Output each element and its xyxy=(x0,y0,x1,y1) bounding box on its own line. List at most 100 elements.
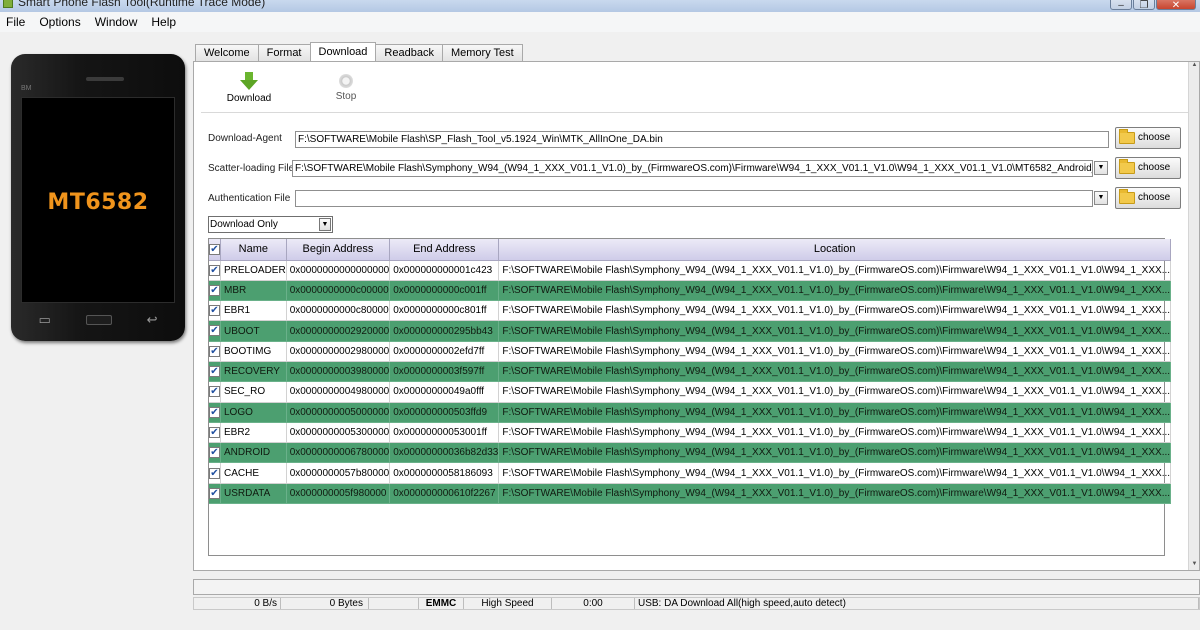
table-row[interactable]: ✔ ANDROID 0x0000000006780000 0x00000000036b… xyxy=(209,442,1172,464)
partition-table: ✔ Name Begin Address End Address Locatio… xyxy=(208,238,1172,556)
status-bar: 0 B/s 0 Bytes EMMC High Speed 0:00 USB: … xyxy=(193,597,1200,610)
toolbar-divider xyxy=(201,112,1191,113)
col-location: Location xyxy=(498,239,1172,261)
cell-location: F:\SOFTWARE\Mobile Flash\Symphony_W94_(W… xyxy=(498,320,1172,342)
app-icon xyxy=(3,0,13,8)
table-row[interactable]: ✔ SEC_RO 0x0000000004980000 0x00000000049a0… xyxy=(209,381,1172,403)
col-name: Name xyxy=(220,239,287,261)
cell-begin-address: 0x0000000000c00000 xyxy=(286,280,391,302)
cell-end-address: 0x00000000036b82d33 xyxy=(389,442,500,464)
restore-button[interactable]: ❐ xyxy=(1133,0,1155,11)
cell-name: CACHE xyxy=(220,462,287,484)
scatter-file-field[interactable]: F:\SOFTWARE\Mobile Flash\Symphony_W94_(W… xyxy=(292,160,1093,177)
row-checkbox[interactable]: ✔ xyxy=(209,361,221,383)
menu-key-icon: ▭ xyxy=(38,312,51,327)
menu-file[interactable]: File xyxy=(6,15,25,29)
cell-name: MBR xyxy=(220,280,287,302)
cell-end-address: 0x0000000000c001ff xyxy=(389,280,500,302)
row-checkbox[interactable]: ✔ xyxy=(209,280,221,302)
table-row[interactable]: ✔ CACHE 0x0000000057b80000 0x00000000581860… xyxy=(209,462,1172,484)
table-row[interactable]: ✔ MBR 0x0000000000c00000 0x0000000000c001ff… xyxy=(209,280,1172,302)
folder-icon xyxy=(1119,189,1135,204)
cell-name: SEC_RO xyxy=(220,381,287,403)
row-checkbox[interactable]: ✔ xyxy=(209,320,221,342)
scatter-choose-button[interactable]: choose xyxy=(1115,157,1181,179)
cell-name: RECOVERY xyxy=(220,361,287,383)
cell-begin-address: 0x0000000000c80000 xyxy=(286,300,391,322)
tab-format[interactable]: Format xyxy=(257,44,311,61)
table-row[interactable]: ✔ BOOTIMG 0x0000000002980000 0x0000000002ef… xyxy=(209,341,1172,362)
phone-image: BM MT6582 ▭ ↩ xyxy=(11,54,185,341)
cell-name: PRELOADER xyxy=(220,260,287,281)
auth-dropdown-icon[interactable]: ▼ xyxy=(1094,191,1108,205)
row-checkbox[interactable]: ✔ xyxy=(209,483,221,505)
select-all-checkbox[interactable]: ✔ xyxy=(209,239,221,261)
row-checkbox[interactable]: ✔ xyxy=(209,462,221,484)
status-storage: EMMC xyxy=(419,598,464,609)
cell-end-address: 0x0000000000c801ff xyxy=(389,300,500,322)
row-checkbox[interactable]: ✔ xyxy=(209,381,221,403)
check-icon: ✔ xyxy=(209,284,220,296)
stop-icon xyxy=(339,74,353,88)
phone-brand: BM xyxy=(21,85,32,92)
row-checkbox[interactable]: ✔ xyxy=(209,300,221,322)
home-key-icon xyxy=(85,315,112,325)
auth-choose-button[interactable]: choose xyxy=(1115,187,1181,209)
status-spacer xyxy=(369,598,419,609)
row-checkbox[interactable]: ✔ xyxy=(209,422,221,444)
menu-options[interactable]: Options xyxy=(39,15,80,29)
table-row[interactable]: ✔ UBOOT 0x0000000002920000 0x000000000295bb… xyxy=(209,320,1172,342)
choose-label: choose xyxy=(1138,192,1171,203)
back-key-icon: ↩ xyxy=(146,312,158,327)
panel-scrollbar[interactable]: ▲ ▼ xyxy=(1188,62,1199,570)
cell-name: BOOTIMG xyxy=(220,341,287,362)
row-checkbox[interactable]: ✔ xyxy=(209,402,221,423)
progress-bar xyxy=(193,579,1200,595)
col-end-address: End Address xyxy=(389,239,500,261)
row-checkbox[interactable]: ✔ xyxy=(209,341,221,362)
scatter-dropdown-icon[interactable]: ▼ xyxy=(1094,161,1108,175)
stop-button[interactable]: Stop xyxy=(328,72,364,102)
download-button-label: Download xyxy=(226,93,272,104)
download-button[interactable]: Download xyxy=(223,72,275,104)
phone-softkeys: ▭ ↩ xyxy=(21,312,175,328)
row-checkbox[interactable]: ✔ xyxy=(209,442,221,464)
cell-name: ANDROID xyxy=(220,442,287,464)
tab-memory-test[interactable]: Memory Test xyxy=(441,44,523,61)
table-row[interactable]: ✔ RECOVERY 0x0000000003980000 0x0000000003f… xyxy=(209,361,1172,383)
check-icon: ✔ xyxy=(209,406,220,418)
table-row[interactable]: ✔ EBR2 0x0000000005300000 0x00000000053001f… xyxy=(209,422,1172,444)
table-header: ✔ Name Begin Address End Address Locatio… xyxy=(209,239,1172,261)
table-row[interactable]: ✔ EBR1 0x0000000000c80000 0x0000000000c801f… xyxy=(209,300,1172,322)
row-checkbox[interactable]: ✔ xyxy=(209,260,221,281)
table-row[interactable]: ✔ LOGO 0x0000000005000000 0x000000000503ffd… xyxy=(209,402,1172,423)
auth-file-field[interactable] xyxy=(295,190,1093,207)
cell-location: F:\SOFTWARE\Mobile Flash\Symphony_W94_(W… xyxy=(498,381,1172,403)
tab-download[interactable]: Download xyxy=(309,42,377,61)
close-button[interactable]: ✕ xyxy=(1156,0,1196,11)
stop-button-label: Stop xyxy=(335,91,357,102)
menu-bar: File Options Window Help xyxy=(0,12,1200,32)
menu-window[interactable]: Window xyxy=(95,15,138,29)
window-controls: – ❐ ✕ xyxy=(1110,0,1196,11)
cell-begin-address: 0x0000000003980000 xyxy=(286,361,391,383)
check-icon: ✔ xyxy=(209,243,220,255)
cell-begin-address: 0x0000000002920000 xyxy=(286,320,391,342)
cell-end-address: 0x000000000001c423 xyxy=(389,260,500,281)
cell-begin-address: 0x0000000005300000 xyxy=(286,422,391,444)
scroll-down-icon[interactable]: ▼ xyxy=(1190,561,1199,570)
cell-begin-address: 0x0000000004980000 xyxy=(286,381,391,403)
check-icon: ✔ xyxy=(209,305,220,317)
table-row[interactable]: ✔ USRDATA 0x000000005f980000 0x000000000610… xyxy=(209,483,1172,505)
tab-readback[interactable]: Readback xyxy=(375,44,443,61)
tab-welcome[interactable]: Welcome xyxy=(195,44,259,61)
minimize-button[interactable]: – xyxy=(1110,0,1132,11)
scroll-up-icon[interactable]: ▲ xyxy=(1190,62,1199,71)
cell-location: F:\SOFTWARE\Mobile Flash\Symphony_W94_(W… xyxy=(498,483,1172,505)
download-agent-field[interactable]: F:\SOFTWARE\Mobile Flash\SP_Flash_Tool_v… xyxy=(295,131,1109,148)
table-row[interactable]: ✔ PRELOADER 0x0000000000000000 0x0000000000… xyxy=(209,260,1172,281)
download-agent-choose-button[interactable]: choose xyxy=(1115,127,1181,149)
download-mode-select[interactable]: Download Only ▼ xyxy=(208,216,333,233)
tab-strip: Welcome Format Download Readback Memory … xyxy=(195,42,523,61)
menu-help[interactable]: Help xyxy=(151,15,176,29)
